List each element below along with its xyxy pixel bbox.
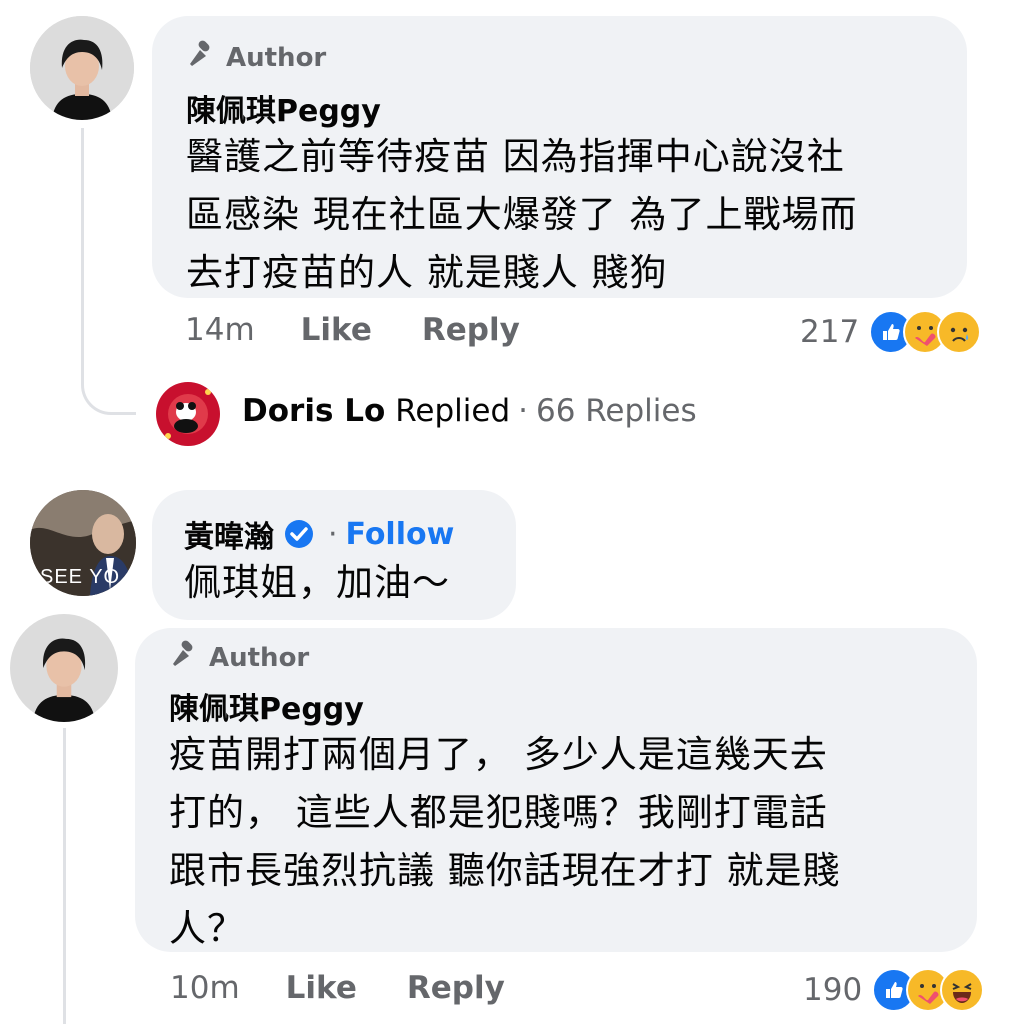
author-label: Author [209, 642, 310, 673]
replied-label: Replied [395, 393, 511, 429]
author-label: Author [226, 42, 327, 73]
follow-button[interactable]: Follow [346, 517, 455, 552]
comment-line: 人？ [169, 907, 245, 950]
comment-line: 疫苗開打兩個月了， 多少人是這幾天去 [169, 733, 828, 776]
microphone-icon [186, 38, 218, 77]
thread-curve [81, 340, 136, 415]
reaction-count: 217 [800, 314, 860, 350]
commenter-name[interactable]: 陳佩琪Peggy [186, 86, 381, 130]
like-button[interactable]: Like [301, 312, 372, 348]
separator-dot: · [518, 393, 528, 429]
reply-button[interactable]: Reply [407, 970, 505, 1006]
avatar-caption: SEE YO [40, 566, 121, 588]
haha-reaction-icon [940, 968, 985, 1012]
author-badge: Author [169, 638, 309, 677]
comment-line: 跟市長強烈抗議 聽你話現在才打 就是賤 [169, 849, 841, 892]
reaction-count: 190 [803, 972, 863, 1008]
comment-line: 去打疫苗的人 就是賤人 賤狗 [186, 251, 668, 294]
verified-badge-icon [284, 519, 314, 549]
comment-actions-1: 14m Like Reply [185, 312, 570, 348]
avatar-peggy-1[interactable] [30, 16, 134, 120]
avatar-peggy-2[interactable] [10, 614, 118, 722]
comment-bubble-1: Author 陳佩琪Peggy 醫護之前等待疫苗 因為指揮中心說沒社 區感染 現… [152, 16, 967, 298]
avatar-huang[interactable]: SEE YO [30, 490, 136, 596]
timestamp[interactable]: 10m [170, 970, 240, 1006]
comment-bubble-3: Author 陳佩琪Peggy 疫苗開打兩個月了， 多少人是這幾天去 打的， 這… [135, 628, 977, 952]
separator-dot: · [328, 516, 338, 552]
comment-text: 醫護之前等待疫苗 因為指揮中心說沒社 區感染 現在社區大爆發了 為了上戰場而 去… [186, 128, 946, 302]
comment-bubble-2: 黃暐瀚 · Follow 佩琪姐，加油～ [152, 490, 516, 620]
author-badge: Author [186, 38, 326, 77]
thread-line-bottom [63, 728, 66, 1024]
timestamp[interactable]: 14m [185, 312, 255, 348]
comment-actions-3: 10m Like Reply [170, 970, 555, 1006]
comment-line: 醫護之前等待疫苗 因為指揮中心說沒社 [186, 135, 845, 178]
replier-name: Doris Lo [242, 393, 386, 429]
thread-line-top [81, 128, 84, 368]
reply-button[interactable]: Reply [422, 312, 520, 348]
comment-text: 佩琪姐，加油～ [184, 561, 450, 604]
reaction-summary-3[interactable]: 190 [803, 968, 985, 1012]
commenter-header: 黃暐瀚 · Follow [184, 512, 454, 556]
reaction-summary-1[interactable]: 217 [800, 310, 982, 354]
comment-text: 疫苗開打兩個月了， 多少人是這幾天去 打的， 這些人都是犯賤嗎？我剛打電話 跟市… [169, 726, 959, 958]
avatar-doris-lo[interactable] [156, 382, 220, 446]
replies-count: 66 Replies [535, 393, 697, 429]
replies-summary[interactable]: Doris Lo Replied · 66 Replies [242, 393, 697, 429]
microphone-icon [169, 638, 201, 677]
commenter-name[interactable]: 陳佩琪Peggy [169, 684, 364, 728]
comment-line: 區感染 現在社區大爆發了 為了上戰場而 [186, 193, 858, 236]
comment-line: 打的， 這些人都是犯賤嗎？我剛打電話 [169, 791, 828, 834]
like-button[interactable]: Like [286, 970, 357, 1006]
sad-reaction-icon [937, 310, 982, 354]
commenter-name[interactable]: 黃暐瀚 [184, 512, 274, 556]
